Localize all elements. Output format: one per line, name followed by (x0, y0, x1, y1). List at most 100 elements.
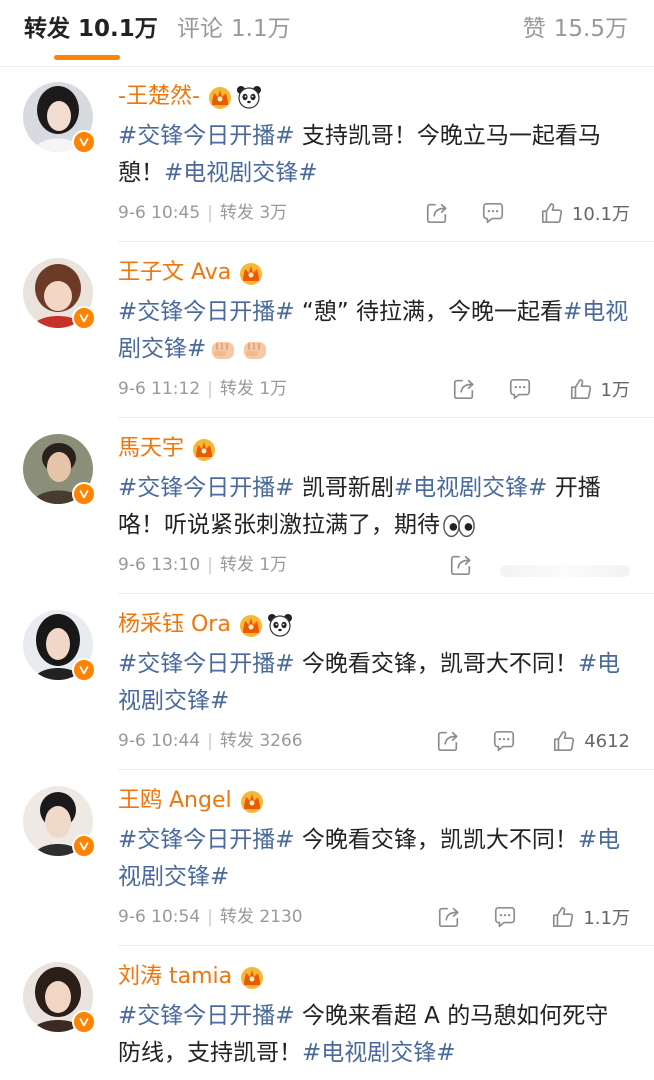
repost-count: 3266 (259, 731, 303, 751)
comment-button[interactable] (493, 904, 517, 930)
share-button[interactable] (425, 200, 449, 226)
share-icon (449, 553, 473, 577)
share-button[interactable] (452, 376, 476, 402)
user-name[interactable]: 刘涛 tamia (118, 961, 266, 993)
post-meta: 9-6 11:12 | 转发 1万 (118, 376, 287, 402)
comment-text: #交锋今日开播# “憩” 待拉满，今晚一起看#电视剧交锋# (118, 294, 630, 368)
crown-badge-icon (237, 260, 265, 286)
like-count: 10.1万 (571, 204, 630, 225)
repost-label: 转发 (219, 555, 254, 575)
post-time: 9-6 13:10 (118, 555, 201, 575)
post-time: 9-6 11:12 (118, 379, 201, 399)
tab-forwards[interactable]: 转发 10.1万 (24, 13, 158, 45)
repost-count: 1万 (259, 555, 288, 575)
topic-link[interactable]: #交锋今日开播# (118, 1003, 295, 1029)
topic-link[interactable]: #交锋今日开播# (118, 651, 295, 677)
list-item: -王楚然- #交锋今日开播# 支持凯哥！今晚立马一起看马憩！#电视剧交锋# 9-… (0, 66, 654, 242)
loading-placeholder (500, 558, 630, 584)
list-item: 刘涛 tamia #交锋今日开播# 今晚来看超 A 的马憩如何死守防线，支持凯哥… (0, 946, 654, 1080)
topic-link[interactable]: #电视剧交锋# (302, 1040, 456, 1066)
repost-label: 转发 (219, 379, 254, 399)
meta-divider: | (207, 379, 213, 399)
topic-link[interactable]: #交锋今日开播# (118, 827, 295, 853)
comment-icon (492, 729, 516, 753)
verified-icon (72, 130, 96, 154)
crown-badge-icon (190, 436, 218, 462)
fist-emoji-icon (208, 335, 238, 365)
tab-forwards-label: 转发 (24, 16, 70, 42)
comment-button[interactable] (481, 200, 505, 226)
meta-divider: | (207, 203, 213, 223)
list-item: 杨采钰 Ora #交锋今日开播# 今晚看交锋，凯哥大不同！#电视剧交锋# 9-6… (0, 594, 654, 770)
share-button[interactable] (436, 728, 460, 754)
tab-comments[interactable]: 评论 1.1万 (177, 13, 291, 45)
comment-body: 今晚看交锋，凯哥大不同！ (294, 651, 578, 677)
topic-link[interactable]: #交锋今日开播# (118, 123, 295, 149)
comment-body: “憩” 待拉满，今晚一起看 (294, 299, 563, 325)
share-icon (452, 377, 476, 401)
like-button[interactable]: 10.1万 (540, 200, 630, 226)
topic-link[interactable]: #电视剧交锋# (164, 160, 318, 186)
meta-divider: | (207, 731, 213, 751)
post-time: 9-6 10:54 (118, 907, 201, 927)
list-item: 王子文 Ava #交锋今日开播# “憩” 待拉满，今晚一起看#电视剧交锋# 9-… (0, 242, 654, 418)
comment-icon (493, 905, 517, 929)
comment-button[interactable] (508, 376, 532, 402)
like-button[interactable]: 4612 (552, 728, 630, 754)
share-button[interactable] (449, 552, 473, 578)
post-time: 9-6 10:44 (118, 731, 201, 751)
repost-count: 1万 (259, 379, 288, 399)
tab-likes[interactable]: 赞 15.5万 (523, 13, 628, 45)
user-name[interactable]: 王子文 Ava (118, 257, 265, 289)
crown-badge-icon (238, 788, 266, 814)
tab-comments-label: 评论 (177, 16, 223, 42)
share-button[interactable] (437, 904, 461, 930)
repost-label: 转发 (219, 203, 254, 223)
active-tab-indicator (54, 55, 120, 60)
repost-label: 转发 (219, 907, 254, 927)
repost-count: 3万 (259, 203, 288, 223)
user-name-text: 杨采钰 Ora (118, 612, 231, 637)
verified-icon (72, 482, 96, 506)
user-name[interactable]: 馬天宇 (118, 433, 218, 465)
comment-text: #交锋今日开播# 支持凯哥！今晚立马一起看马憩！#电视剧交锋# (118, 118, 630, 192)
comment-icon (508, 377, 532, 401)
like-icon (551, 905, 575, 929)
like-icon (569, 377, 593, 401)
repost-count: 2130 (259, 907, 303, 927)
user-name[interactable]: -王楚然- (118, 81, 262, 113)
like-icon (552, 729, 576, 753)
post-meta: 9-6 10:44 | 转发 3266 (118, 728, 303, 754)
topic-link[interactable]: #交锋今日开播# (118, 299, 295, 325)
user-name-text: 王鸥 Angel (118, 788, 232, 813)
post-meta: 9-6 13:10 | 转发 1万 (118, 552, 287, 578)
topic-link[interactable]: #交锋今日开播# (118, 475, 295, 501)
verified-icon (72, 306, 96, 330)
like-count: 4612 (584, 730, 630, 752)
share-icon (436, 729, 460, 753)
user-name-text: 王子文 Ava (118, 260, 232, 285)
meta-divider: | (207, 907, 213, 927)
like-button[interactable]: 1万 (569, 376, 630, 402)
user-name[interactable]: 王鸥 Angel (118, 785, 266, 817)
post-meta: 9-6 10:45 | 转发 3万 (118, 200, 287, 226)
crown-badge-icon (237, 612, 265, 638)
comment-button[interactable] (492, 728, 516, 754)
user-name[interactable]: 杨采钰 Ora (118, 609, 293, 641)
share-icon (425, 201, 449, 225)
like-icon (540, 201, 564, 225)
tab-comments-count: 1.1万 (231, 16, 291, 42)
post-meta: 9-6 10:54 | 转发 2130 (118, 904, 303, 930)
like-button[interactable]: 1.1万 (551, 904, 630, 930)
tab-likes-label: 赞 (522, 16, 546, 42)
tab-likes-count: 15.5万 (553, 16, 628, 42)
panda-icon (267, 612, 293, 638)
fist-emoji-icon (240, 335, 270, 365)
comment-text: #交锋今日开播# 凯哥新剧#电视剧交锋# 开播咯！听说紧张刺激拉满了，期待 (118, 470, 630, 544)
comment-tabs-bar: 转发 10.1万 评论 1.1万 赞 15.5万 (0, 0, 654, 67)
comment-body: 今晚看交锋，凯凯大不同！ (294, 827, 578, 853)
crown-badge-icon (206, 84, 234, 110)
topic-link[interactable]: #电视剧交锋# (394, 475, 548, 501)
verified-icon (72, 658, 96, 682)
post-time: 9-6 10:45 (118, 203, 201, 223)
